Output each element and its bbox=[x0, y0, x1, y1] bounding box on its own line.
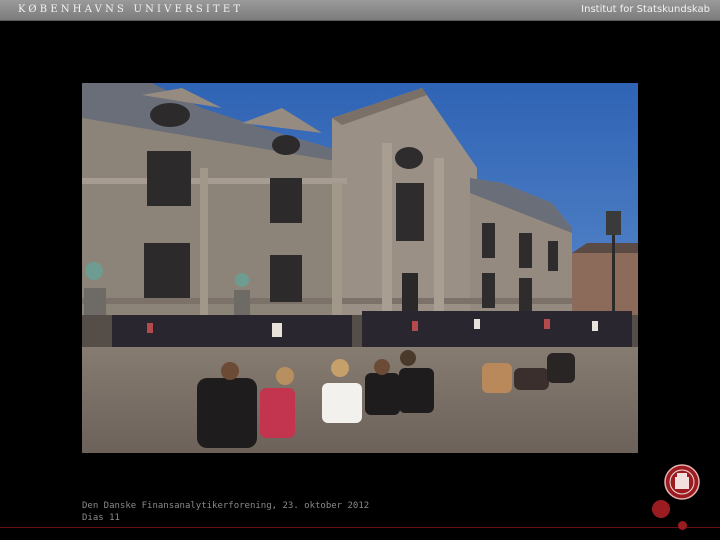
decorative-dot-small bbox=[678, 521, 687, 530]
department-name: Institut for Statskundskab bbox=[581, 4, 710, 15]
footer-event: Den Danske Finansanalytikerforening, 23.… bbox=[82, 501, 370, 511]
photo-illustration bbox=[82, 83, 638, 453]
university-name: KØBENHAVNS UNIVERSITET bbox=[18, 4, 244, 15]
footer-divider bbox=[0, 527, 720, 528]
university-building-photo bbox=[82, 83, 638, 453]
decorative-dot-large bbox=[652, 500, 670, 518]
footer-slide-number: Dias 11 bbox=[82, 513, 120, 523]
header-bar: KØBENHAVNS UNIVERSITET Institut for Stat… bbox=[0, 0, 720, 21]
university-seal-icon bbox=[664, 464, 700, 500]
